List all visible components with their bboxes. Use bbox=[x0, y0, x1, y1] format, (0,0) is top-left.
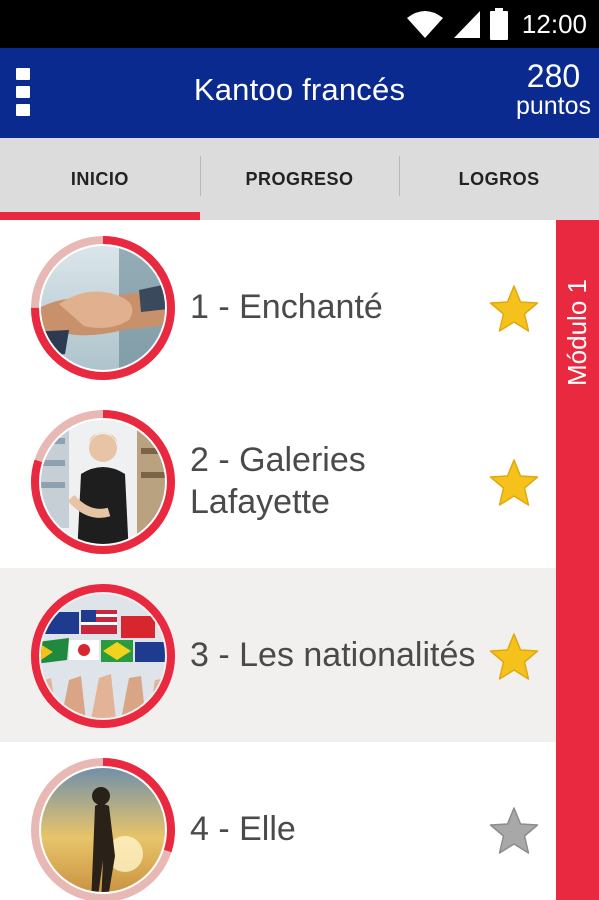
cell-signal-icon bbox=[453, 11, 480, 38]
lesson-title: 1 - Enchanté bbox=[190, 287, 383, 326]
lesson-item[interactable]: 1 - Enchanté bbox=[0, 220, 556, 394]
lesson-thumbnail-woman-silhouette bbox=[31, 758, 175, 900]
module-label: Módulo 1 bbox=[556, 252, 599, 412]
lesson-thumbnail-handshake bbox=[31, 236, 175, 380]
app-title: Kantoo francés bbox=[193, 72, 406, 107]
points-display: 280 puntos bbox=[516, 60, 591, 119]
star-icon bbox=[489, 459, 539, 506]
tab-bar: INICIO PROGRESO LOGROS bbox=[0, 138, 599, 220]
star-icon bbox=[489, 807, 539, 854]
status-time: 12:00 bbox=[521, 8, 587, 39]
status-bar: 12:00 bbox=[0, 0, 599, 48]
points-label: puntos bbox=[515, 92, 591, 120]
lesson-list: 1 - Enchanté 2 - Galeries Lafayette 3 - … bbox=[0, 220, 556, 900]
tab-logros[interactable]: LOGROS bbox=[399, 138, 599, 220]
lesson-thumbnail-shop-assistant bbox=[31, 410, 175, 554]
lesson-item[interactable]: 4 - Elle bbox=[0, 742, 556, 900]
lesson-title: 3 - Les nationalités bbox=[190, 635, 476, 674]
status-icons: 12:00 bbox=[406, 6, 587, 42]
lesson-title: 2 - Galeries Lafayette bbox=[190, 440, 366, 522]
lesson-item[interactable]: 3 - Les nationalités bbox=[0, 568, 556, 742]
lesson-title: 4 - Elle bbox=[190, 809, 296, 848]
lesson-item[interactable]: 2 - Galeries Lafayette bbox=[0, 394, 556, 568]
module-label-text: Módulo 1 bbox=[562, 278, 592, 386]
app-bar: Kantoo francés 280 puntos bbox=[0, 48, 599, 138]
star-icon bbox=[489, 633, 539, 680]
wifi-icon bbox=[406, 11, 443, 38]
tab-inicio[interactable]: INICIO bbox=[0, 138, 200, 220]
star-icon bbox=[489, 285, 539, 332]
tab-progreso[interactable]: PROGRESO bbox=[199, 138, 400, 220]
lesson-thumbnail-world-flags bbox=[31, 584, 175, 728]
points-value: 280 bbox=[526, 58, 581, 94]
battery-icon bbox=[489, 8, 508, 40]
module-sidebar[interactable]: Módulo 1 bbox=[556, 220, 599, 900]
